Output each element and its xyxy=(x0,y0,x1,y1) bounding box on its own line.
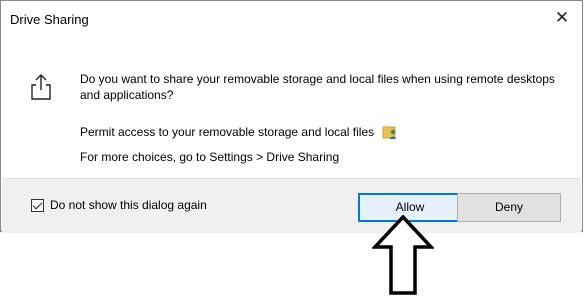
dialog-footer: Do not show this dialog again Allow Deny xyxy=(2,178,581,233)
drive-sharing-dialog: Drive Sharing ✕ Do you want to share you… xyxy=(0,0,583,233)
permit-row: Permit access to your removable storage … xyxy=(80,124,398,140)
dont-show-again-row[interactable]: Do not show this dialog again xyxy=(31,198,207,212)
folder-user-icon xyxy=(382,126,397,139)
close-icon[interactable]: ✕ xyxy=(552,8,572,28)
deny-button[interactable]: Deny xyxy=(457,193,561,222)
permit-text: Permit access to your removable storage … xyxy=(80,125,375,139)
up-arrow-annotation-icon xyxy=(372,215,434,295)
dont-show-again-checkbox[interactable] xyxy=(31,198,44,212)
dialog-title: Drive Sharing xyxy=(10,12,89,27)
share-question: Do you want to share your removable stor… xyxy=(80,72,555,102)
dont-show-again-label: Do not show this dialog again xyxy=(50,198,207,212)
more-choices-text: For more choices, go to Settings > Drive… xyxy=(80,150,340,164)
share-icon xyxy=(31,74,51,100)
